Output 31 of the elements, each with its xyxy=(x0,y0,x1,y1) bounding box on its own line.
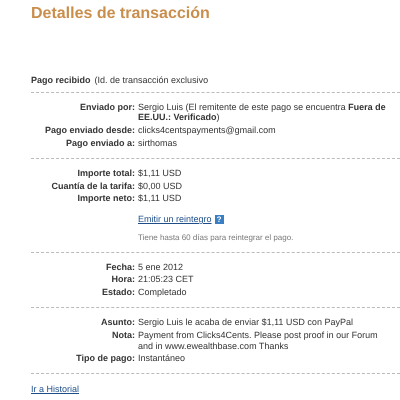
field-value: $0,00 USD xyxy=(138,180,184,192)
field-label: Tipo de pago: xyxy=(75,353,135,364)
field-label: Enviado por: xyxy=(78,102,135,114)
intro-text: (Id. de transacción exclusivo xyxy=(94,74,208,86)
help-icon[interactable]: ? xyxy=(214,215,224,224)
field-value: clicks4centspayments@gmail.com xyxy=(138,125,277,136)
field-label: Fecha: xyxy=(104,262,135,272)
field-value: Completado xyxy=(138,287,188,298)
field-value: Instantáneo xyxy=(138,353,186,364)
field-value: sirthomas xyxy=(138,138,178,149)
history-link[interactable]: Ir a Historial xyxy=(31,384,80,394)
field-label: Pago enviado desde: xyxy=(44,125,135,136)
field-value: Payment from Clicks4Cents. Please post proof in our Forum and in www.ewealthbase.com Thanks xyxy=(138,330,379,352)
field-value: Sergio Luis (El remitente de este pago se encuentra Fuera de EE.UU.: Verificado) xyxy=(138,102,387,124)
refund-link[interactable]: Emitir un reintegro xyxy=(138,214,212,225)
field-label: Estado: xyxy=(100,287,135,298)
field-value: Sergio Luis le acaba de enviar $1,11 USD con PayPal xyxy=(138,316,354,328)
field-value: $1,11 USD xyxy=(138,168,182,179)
field-label: Pago enviado a: xyxy=(64,138,135,149)
intro-label: Pago recibido xyxy=(31,74,91,86)
field-label: Hora: xyxy=(110,274,135,286)
page-title: Detalles de transacción xyxy=(31,4,211,24)
field-label: Asunto: xyxy=(100,316,135,328)
field-value: 5 ene 2012 xyxy=(138,262,184,272)
field-label: Cuantía de la tarifa: xyxy=(50,180,135,192)
field-label: Importe total: xyxy=(76,168,135,179)
field-label: Importe neto: xyxy=(76,193,135,204)
hint-text: Tiene hasta 60 días para reintegrar el pago. xyxy=(138,232,294,243)
field-value: $1,11 USD xyxy=(138,193,182,204)
field-value: 21:05:23 CET xyxy=(138,274,195,286)
field-label: Nota: xyxy=(111,330,135,342)
